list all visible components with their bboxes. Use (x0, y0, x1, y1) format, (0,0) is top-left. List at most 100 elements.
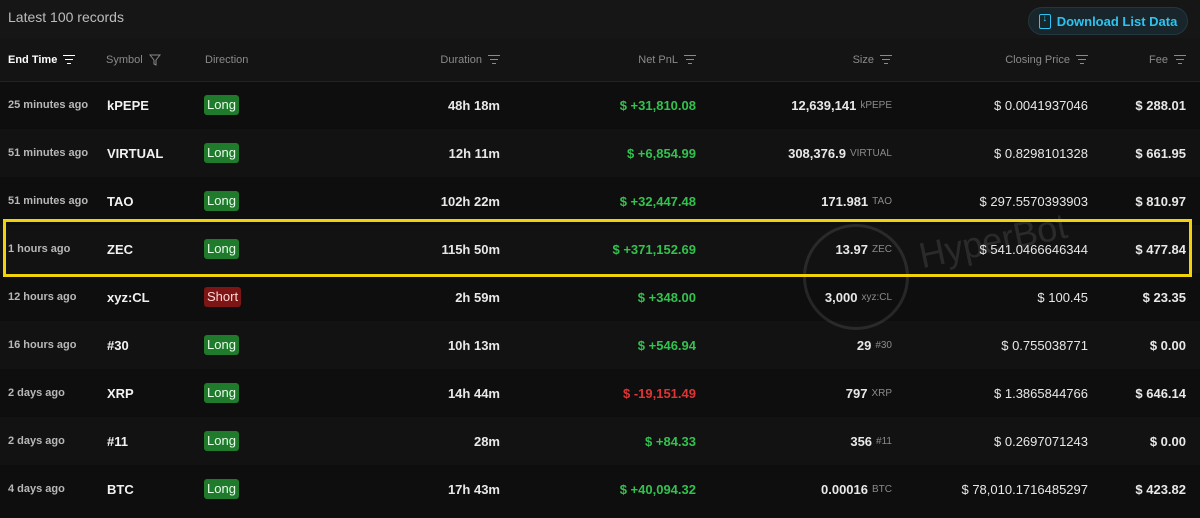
end-time-cell: 51 minutes ago (8, 147, 89, 159)
symbol-cell[interactable]: VIRTUAL (107, 129, 163, 177)
size-unit: #11 (876, 435, 892, 447)
symbol-cell[interactable]: XRP (107, 369, 134, 417)
symbol-cell[interactable]: xyz:CL (107, 273, 150, 321)
net-pnl-cell: $ +546.94 (637, 337, 696, 353)
sort-icon[interactable] (880, 55, 892, 65)
col-fee[interactable]: Fee (1149, 38, 1186, 81)
table-row[interactable]: 1 hours ago ZEC Long 115h 50m $ +371,152.69 1… (0, 225, 1200, 273)
fee-cell: $ 23.35 (1142, 289, 1186, 305)
end-time-cell: 2 days ago (8, 387, 65, 399)
fee-cell: $ 288.01 (1135, 97, 1186, 113)
col-symbol-label: Symbol (106, 53, 143, 66)
sort-icon[interactable] (1076, 55, 1088, 65)
sort-icon[interactable] (1174, 55, 1186, 65)
closing-price-cell: $ 100.45 (1037, 289, 1088, 305)
direction-cell: Long (204, 129, 239, 177)
col-end-time-label: End Time (8, 53, 58, 66)
size-cell: 3,000 xyz:CL (825, 273, 892, 321)
col-net-pnl[interactable]: Net PnL (638, 38, 696, 81)
end-time-cell: 1 hours ago (8, 243, 71, 255)
duration-cell: 48h 18m (447, 97, 500, 113)
table-row[interactable]: 51 minutes ago VIRTUAL Long 12h 11m $ +6,854… (0, 129, 1200, 177)
direction-badge: Long (204, 143, 239, 163)
fee-cell: $ 0.00 (1149, 433, 1186, 449)
fee-cell: $ 477.84 (1135, 241, 1186, 257)
net-pnl-cell: $ +32,447.48 (619, 193, 696, 209)
direction-cell: Short (204, 273, 242, 321)
size-value: 797 (845, 385, 868, 401)
table-row[interactable]: 51 minutes ago TAO Long 102h 22m $ +32,447.4… (0, 177, 1200, 225)
table-row[interactable]: 25 minutes ago kPEPE Long 48h 18m $ +31,810.… (0, 81, 1200, 129)
symbol-cell[interactable]: #11 (107, 417, 128, 465)
duration-cell: 102h 22m (440, 193, 500, 209)
end-time-cell: 51 minutes ago (8, 195, 89, 207)
col-closing-price-label: Closing Price (1005, 53, 1070, 66)
duration-cell: 12h 11m (448, 145, 500, 161)
net-pnl-cell: $ +371,152.69 (612, 241, 697, 257)
direction-badge: Long (204, 335, 239, 355)
sort-icon[interactable] (488, 55, 500, 65)
col-fee-label: Fee (1149, 53, 1168, 66)
symbol-cell[interactable]: kPEPE (107, 81, 149, 129)
end-time-cell: 12 hours ago (8, 291, 77, 303)
download-label: Download List Data (1056, 13, 1178, 29)
direction-cell: Long (204, 369, 239, 417)
size-cell: 0.00016 BTC (821, 465, 892, 513)
size-unit: TAO (872, 195, 892, 207)
fee-cell: $ 810.97 (1135, 193, 1186, 209)
symbol-cell[interactable]: ZEC (107, 225, 133, 273)
size-cell: 29 #30 (857, 321, 892, 369)
net-pnl-cell: $ +6,854.99 (626, 145, 696, 161)
sort-icon[interactable] (63, 55, 76, 65)
symbol-cell[interactable]: TAO (107, 177, 133, 225)
filter-icon[interactable] (148, 54, 161, 66)
col-closing-price[interactable]: Closing Price (1005, 38, 1088, 81)
symbol-cell[interactable]: #30 (107, 321, 129, 369)
fee-cell: $ 661.95 (1135, 145, 1186, 161)
col-duration[interactable]: Duration (440, 38, 500, 81)
download-list-button[interactable]: Download List Data (1028, 7, 1188, 35)
col-end-time[interactable]: End Time (8, 38, 76, 81)
net-pnl-cell: $ +348.00 (637, 289, 696, 305)
col-size[interactable]: Size (853, 38, 892, 81)
closing-price-cell: $ 0.2697071243 (994, 433, 1088, 449)
direction-badge: Long (204, 95, 239, 115)
direction-cell: Long (204, 465, 239, 513)
size-cell: 797 XRP (846, 369, 892, 417)
size-value: 356 (850, 433, 873, 449)
table-row[interactable]: 16 hours ago #30 Long 10h 13m $ +546.94 29 #30… (0, 321, 1200, 369)
end-time-cell: 4 days ago (8, 483, 65, 495)
col-duration-label: Duration (440, 53, 482, 66)
size-unit: kPEPE (860, 99, 892, 111)
size-cell: 308,376.9 VIRTUAL (788, 129, 892, 177)
duration-cell: 115h 50m (441, 241, 500, 257)
symbol-cell[interactable]: BTC (107, 465, 134, 513)
size-value: 171.981 (821, 193, 869, 209)
size-unit: ZEC (872, 243, 892, 255)
direction-cell: Long (204, 225, 239, 273)
duration-cell: 2h 59m (455, 289, 500, 305)
top-bar: Latest 100 records Download List Data (0, 0, 1200, 38)
fee-cell: $ 0.00 (1149, 337, 1186, 353)
direction-cell: Long (204, 417, 239, 465)
table-row[interactable]: 12 hours ago xyz:CL Short 2h 59m $ +348.00 3,… (0, 273, 1200, 321)
direction-badge: Long (204, 239, 239, 259)
sort-icon[interactable] (684, 55, 696, 65)
direction-cell: Long (204, 321, 239, 369)
size-value: 0.00016 (821, 481, 868, 497)
end-time-cell: 2 days ago (8, 435, 65, 447)
closing-price-cell: $ 78,010.1716485297 (961, 481, 1088, 497)
size-unit: xyz:CL (861, 291, 892, 303)
direction-cell: Long (204, 177, 239, 225)
col-direction-label: Direction (205, 53, 249, 66)
net-pnl-cell: $ +40,094.32 (619, 481, 696, 497)
size-cell: 171.981 TAO (821, 177, 892, 225)
table-header: End Time Symbol Direction Duration Net P… (0, 38, 1200, 82)
direction-badge: Long (204, 431, 239, 451)
table-row[interactable]: 4 days ago BTC Long 17h 43m $ +40,094.32 0.00… (0, 465, 1200, 513)
table-row[interactable]: 2 days ago #11 Long 28m $ +84.33 356 #11 $ 0.26… (0, 417, 1200, 465)
size-cell: 356 #11 (850, 417, 892, 465)
table-row[interactable]: 2 days ago XRP Long 14h 44m $ -19,151.49 797 X… (0, 369, 1200, 417)
col-symbol[interactable]: Symbol (106, 38, 161, 81)
col-size-label: Size (852, 53, 874, 66)
